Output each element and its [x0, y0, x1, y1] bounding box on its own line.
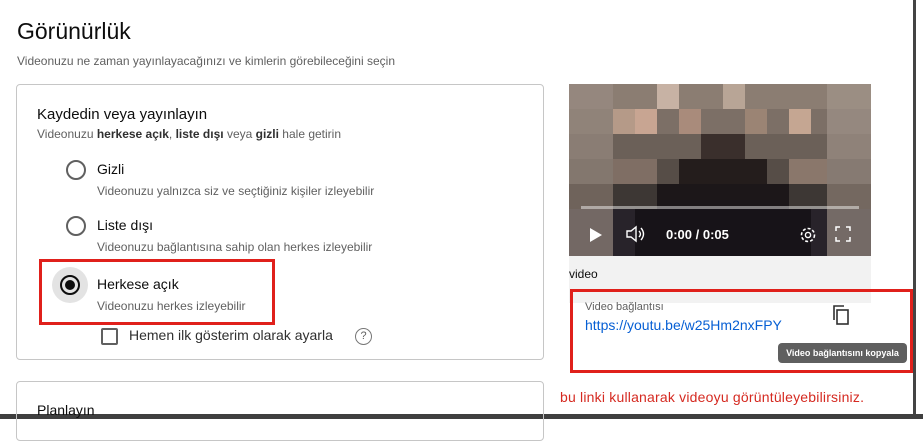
page-title: Görünürlük: [17, 18, 131, 44]
option-private-label[interactable]: Gizli: [97, 161, 124, 177]
option-unlisted-description: Videonuzu bağlantısına sahip olan herkes…: [97, 240, 373, 254]
desc-text: ,: [168, 127, 176, 141]
desc-text: hale getirin: [278, 127, 342, 141]
play-icon[interactable]: [589, 227, 603, 243]
radio-private[interactable]: [66, 160, 86, 180]
radio-unlisted[interactable]: [66, 216, 86, 236]
window-edge: [913, 0, 916, 419]
desc-text: Videonuzu: [37, 127, 97, 141]
fullscreen-icon[interactable]: [835, 226, 851, 242]
option-unlisted-label[interactable]: Liste dışı: [97, 217, 153, 233]
annotation-text: bu linki kullanarak videoyu görüntüleyeb…: [560, 389, 865, 405]
premiere-checkbox[interactable]: [101, 328, 118, 345]
video-filename: video: [569, 267, 598, 281]
desc-text: veya: [223, 127, 256, 141]
video-progress-bar[interactable]: [581, 206, 859, 209]
copy-link-tooltip: Video bağlantısını kopyala: [778, 343, 907, 363]
page-subtitle: Videonuzu ne zaman yayınlayacağınızı ve …: [17, 54, 395, 68]
publish-description: Videonuzu herkese açık, liste dışı veya …: [37, 127, 341, 141]
highlight-public-option: [39, 259, 275, 325]
video-player[interactable]: 0:00 / 0:05: [569, 84, 871, 256]
video-preview-panel: 0:00 / 0:05 video: [569, 84, 871, 303]
desc-unlisted: liste dışı: [175, 127, 224, 141]
publish-heading: Kaydedin veya yayınlayın: [37, 106, 208, 123]
option-private-description: Videonuzu yalnızca siz ve seçtiğiniz kiş…: [97, 184, 375, 198]
schedule-heading: Planlayın: [37, 402, 95, 418]
video-controls: 0:00 / 0:05: [569, 219, 871, 249]
premiere-label[interactable]: Hemen ilk gösterim olarak ayarla: [129, 327, 333, 343]
video-time: 0:00 / 0:05: [666, 227, 729, 242]
desc-public: herkese açık: [96, 127, 169, 141]
settings-icon[interactable]: [799, 226, 817, 244]
desc-private: gizli: [255, 127, 279, 141]
schedule-card[interactable]: Planlayın: [16, 381, 544, 441]
help-icon[interactable]: ?: [355, 328, 372, 345]
volume-icon[interactable]: [625, 225, 647, 243]
